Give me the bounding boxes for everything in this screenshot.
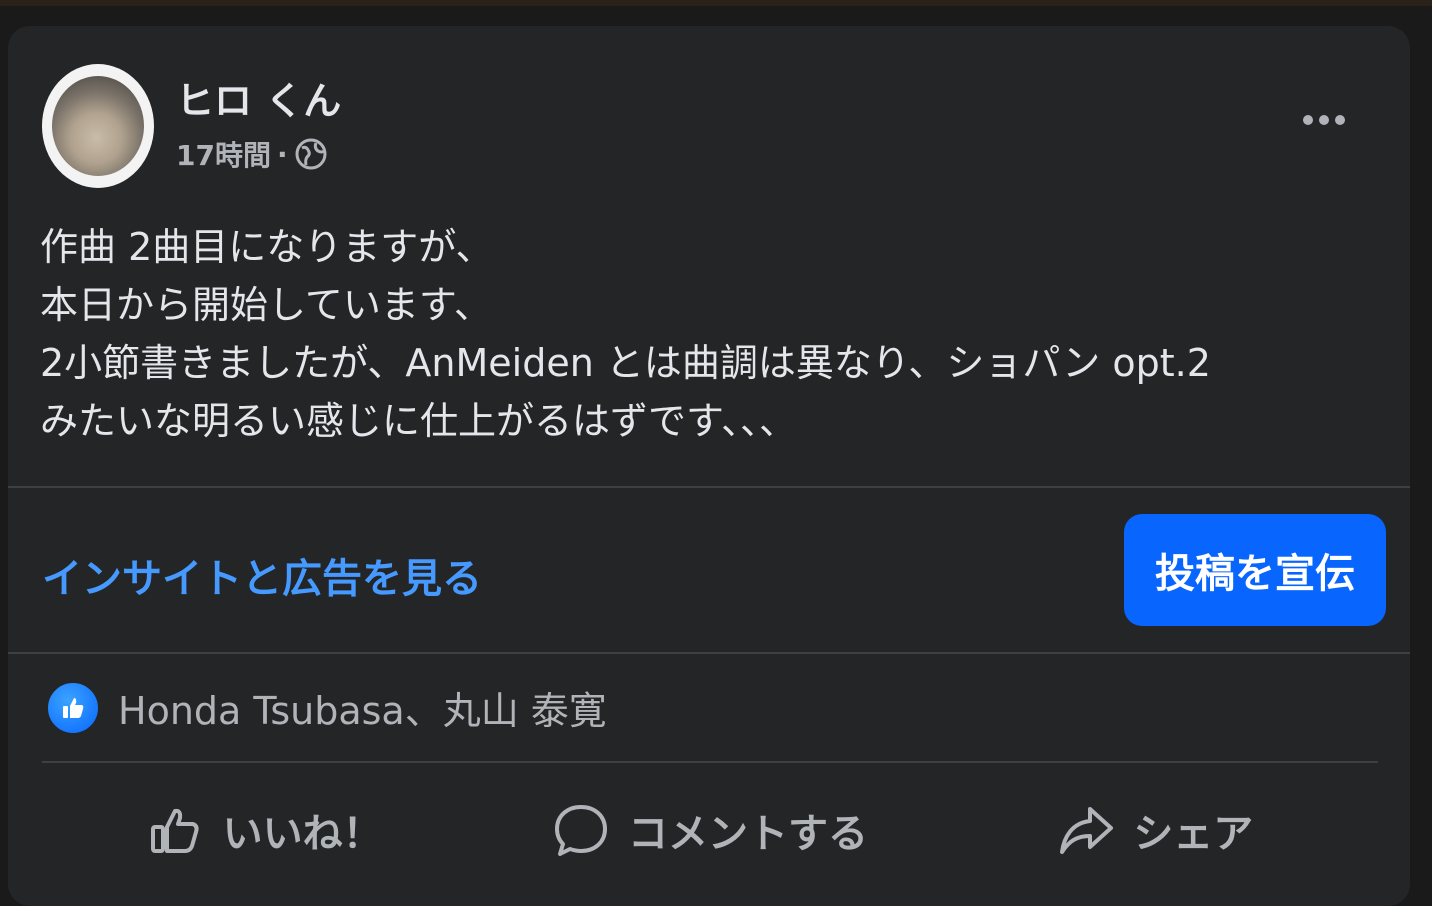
more-dot	[1303, 115, 1313, 125]
author-name[interactable]: ヒロ くん	[176, 70, 341, 125]
post-card: ヒロ くん 17時間 · 作曲 2曲目になりますが、 本日から開始しています、 …	[8, 26, 1410, 906]
comment-button[interactable]: コメントする	[487, 782, 932, 878]
post-actions: いいね！ コメントする シェア	[42, 782, 1378, 878]
divider	[8, 486, 1410, 488]
reaction-names: Honda Tsubasa、丸山 泰寛	[118, 689, 607, 733]
like-button[interactable]: いいね！	[42, 782, 487, 878]
more-options-icon[interactable]	[1288, 100, 1360, 140]
divider	[8, 652, 1410, 654]
boost-post-button[interactable]: 投稿を宣伝	[1124, 514, 1386, 626]
more-dot	[1335, 115, 1345, 125]
post-body: 作曲 2曲目になりますが、 本日から開始しています、 2小節書きましたが、AnM…	[40, 218, 1211, 450]
post-timestamp[interactable]: 17時間	[176, 134, 271, 174]
comment-bubble-icon	[552, 801, 610, 859]
insights-and-ads-link[interactable]: インサイトと広告を見る	[42, 546, 482, 604]
reaction-summary[interactable]: Honda Tsubasa、丸山 泰寛	[46, 680, 607, 735]
comment-label: コメントする	[627, 811, 868, 857]
avatar[interactable]	[42, 64, 154, 188]
top-background-strip	[0, 0, 1432, 6]
like-reaction-icon	[46, 680, 100, 735]
post-text-line: みたいな明るい感じに仕上がるはずです、、、	[40, 399, 797, 443]
like-label: いいね！	[222, 811, 383, 857]
globe-icon[interactable]	[294, 137, 328, 171]
share-label: シェア	[1133, 811, 1254, 857]
avatar-photo	[52, 76, 144, 176]
post-meta: 17時間 ·	[176, 134, 328, 174]
post-text-line: 作曲 2曲目になりますが、	[40, 225, 494, 269]
divider	[42, 761, 1378, 763]
post-text-line: 2小節書きましたが、AnMeiden とは曲調は異なり、ショパン opt.2	[40, 341, 1211, 385]
post-text-line: 本日から開始しています、	[40, 283, 492, 327]
thumbs-up-icon	[147, 801, 205, 859]
meta-separator: ·	[276, 137, 288, 171]
share-button[interactable]: シェア	[933, 782, 1378, 878]
share-arrow-icon	[1057, 801, 1115, 859]
more-dot	[1319, 115, 1329, 125]
